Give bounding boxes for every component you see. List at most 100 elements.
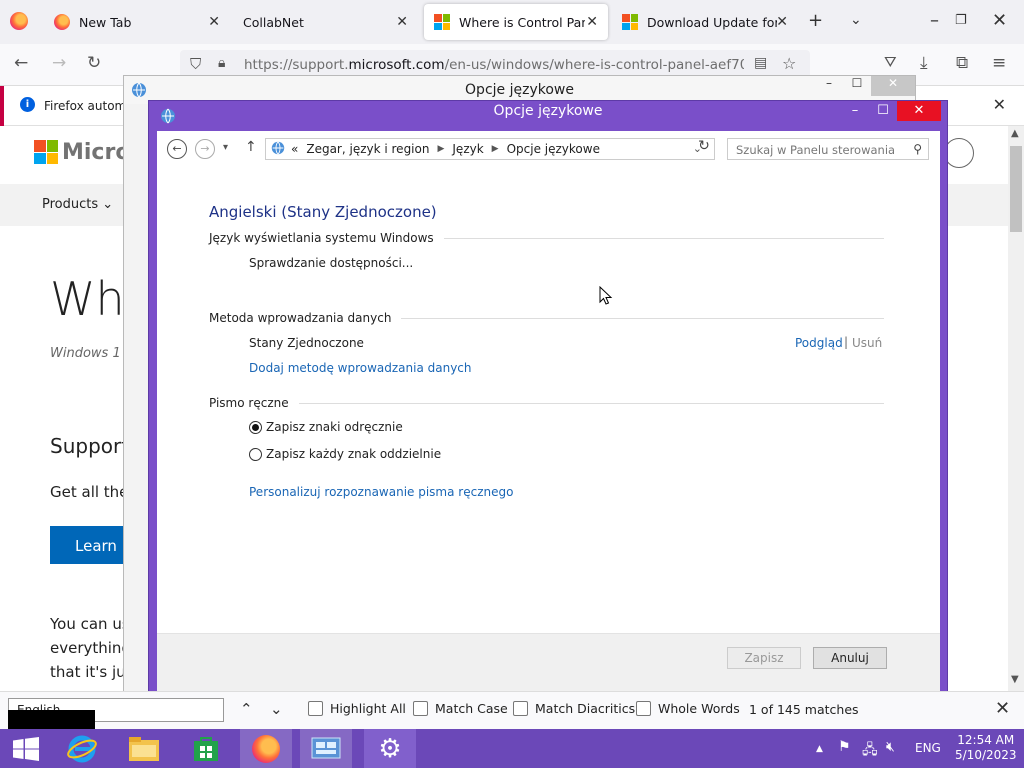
close-icon[interactable]: ✕ (897, 101, 941, 121)
save-button[interactable]: Zapisz (727, 647, 801, 669)
list-tabs-chevron-icon[interactable]: ⌄ (850, 12, 862, 28)
menu-icon[interactable]: ≡ (992, 53, 1006, 73)
pocket-icon[interactable]: ⛛ (884, 53, 897, 71)
control-panel-taskbar-item[interactable] (300, 729, 352, 768)
chevron-right-icon[interactable]: ▶ (492, 144, 499, 154)
checkbox[interactable] (636, 701, 651, 716)
control-panel-search-input[interactable]: Szukaj w Panelu sterowania ⚲ (727, 138, 929, 160)
match-diacritics-checkbox[interactable]: Match Diacritics (513, 701, 635, 716)
new-tab-plus-icon[interactable]: + (808, 10, 823, 31)
settings-taskbar-item[interactable]: ⚙ (364, 729, 416, 768)
close-icon[interactable]: ✕ (396, 14, 408, 30)
support-text: Get all the (50, 483, 129, 501)
close-window-icon[interactable]: ✕ (992, 10, 1007, 31)
search-placeholder: Szukaj w Panelu sterowania (736, 143, 896, 157)
highlight-all-checkbox[interactable]: Highlight All (308, 701, 406, 716)
find-bar: English ⌃ ⌄ Highlight All Match Case Mat… (0, 691, 1024, 729)
mouse-cursor-icon (599, 286, 613, 305)
close-icon[interactable]: ✕ (586, 14, 598, 30)
checkbox[interactable] (413, 701, 428, 716)
checkbox[interactable] (513, 701, 528, 716)
find-previous-icon[interactable]: ⌃ (240, 700, 253, 718)
system-clock[interactable]: 12:54 AM 5/10/2023 (955, 733, 1017, 763)
start-button[interactable] (0, 729, 52, 768)
match-case-checkbox[interactable]: Match Case (413, 701, 508, 716)
up-arrow-icon[interactable]: ↑ (245, 139, 257, 155)
volume-muted-icon[interactable]: 🔇︎ (886, 739, 895, 755)
recent-locations-chevron-icon[interactable]: ▾ (223, 142, 228, 153)
store-taskbar-item[interactable] (180, 729, 232, 768)
tab-download-update[interactable]: Download Update for Wi ✕ (612, 4, 798, 40)
section-heading: Język wyświetlania systemu Windows (209, 231, 434, 245)
chevron-right-icon[interactable]: ▶ (437, 144, 444, 154)
body-paragraph: You can us everything that it's ju (50, 615, 131, 681)
language-options-dialog: Opcje językowe – ☐ ✕ ← → ▾ ↑ « Zegar, ję… (148, 100, 948, 699)
tab-collabnet[interactable]: CollabNet ✕ (232, 4, 418, 40)
preview-link[interactable]: Podgląd (795, 336, 843, 350)
scrollbar-thumb[interactable] (1010, 146, 1022, 232)
refresh-icon[interactable]: ↻ (693, 138, 715, 160)
internet-explorer-icon (67, 735, 97, 762)
tab-where-is-control-panel[interactable]: Where is Control Panel? ✕ (424, 4, 608, 40)
close-icon[interactable]: ✕ (776, 14, 788, 30)
radio-button[interactable] (249, 447, 262, 461)
account-avatar-icon[interactable] (944, 138, 974, 168)
breadcrumb-item-language-options[interactable]: Opcje językowe (507, 142, 600, 156)
forward-arrow-icon[interactable]: → (52, 53, 66, 73)
action-center-flag-icon[interactable]: ⚑ (838, 739, 851, 755)
breadcrumb[interactable]: « Zegar, język i region ▶ Język ▶ Opcje … (265, 138, 715, 160)
back-arrow-icon[interactable]: ← (167, 139, 187, 159)
close-icon[interactable]: ✕ (871, 76, 915, 96)
minimize-icon[interactable]: – (815, 76, 843, 96)
find-next-icon[interactable]: ⌄ (270, 700, 283, 718)
radio-write-each-separately[interactable]: Zapisz każdy znak oddzielnie (249, 447, 441, 461)
windows-logo-icon (13, 736, 39, 761)
restore-icon[interactable]: ❐ (955, 13, 967, 28)
download-icon[interactable]: ⤓ (920, 53, 928, 73)
page-scrollbar[interactable]: ▲ ▼ (1008, 126, 1024, 691)
close-icon[interactable]: ✕ (993, 95, 1006, 114)
minimize-icon[interactable]: – (930, 10, 939, 31)
breadcrumb-item-language[interactable]: Język (452, 142, 483, 156)
radio-write-freehand[interactable]: Zapisz znaki odręcznie (249, 420, 403, 434)
close-icon[interactable]: ✕ (208, 14, 220, 30)
reload-icon[interactable]: ↻ (87, 53, 101, 73)
maximize-icon[interactable]: ☐ (843, 76, 871, 96)
breadcrumb-item-clock-language-region[interactable]: Zegar, język i region (306, 142, 429, 156)
back-arrow-icon[interactable]: ← (14, 53, 28, 73)
extensions-icon[interactable]: ⧉ (956, 53, 968, 73)
firefox-menu-icon[interactable] (10, 12, 28, 30)
tab-new-tab[interactable]: New Tab ✕ (44, 4, 230, 40)
checkbox[interactable] (308, 701, 323, 716)
breadcrumb-overflow[interactable]: « (291, 142, 298, 156)
scroll-down-icon[interactable]: ▼ (1011, 674, 1019, 685)
section-heading: Metoda wprowadzania danych (209, 311, 392, 325)
minimize-icon[interactable]: – (841, 101, 869, 121)
whole-words-checkbox[interactable]: Whole Words (636, 701, 740, 716)
file-explorer-taskbar-item[interactable] (118, 729, 170, 768)
scroll-up-icon[interactable]: ▲ (1011, 128, 1019, 139)
checkbox-label: Match Diacritics (535, 701, 636, 716)
forward-arrow-icon[interactable]: → (195, 139, 215, 159)
firefox-icon (54, 14, 70, 30)
products-menu[interactable]: Products ⌄ (42, 197, 113, 212)
reader-view-icon[interactable]: ▤ (754, 55, 767, 71)
search-icon[interactable]: ⚲ (913, 142, 922, 156)
maximize-icon[interactable]: ☐ (869, 101, 897, 121)
firefox-taskbar-item[interactable] (240, 729, 292, 768)
input-language-indicator[interactable]: ENG (915, 741, 941, 755)
internet-explorer-taskbar-item[interactable] (56, 729, 108, 768)
network-icon[interactable]: 🖧︎ (862, 739, 878, 763)
shield-icon[interactable]: ⛉ (190, 55, 201, 73)
remove-link[interactable]: Usuń (852, 336, 882, 350)
microsoft-logo-icon[interactable] (34, 140, 58, 164)
add-input-method-link[interactable]: Dodaj metodę wprowadzania danych (249, 361, 472, 375)
bookmark-star-icon[interactable]: ☆ (782, 54, 796, 73)
show-hidden-icons-chevron-icon[interactable]: ▲ (816, 744, 823, 754)
cancel-button[interactable]: Anuluj (813, 647, 887, 669)
lock-icon[interactable]: 🔒︎ (218, 55, 225, 71)
address-bar: ← → ▾ ↑ « Zegar, język i region ▶ Język … (157, 131, 940, 169)
personalize-handwriting-link[interactable]: Personalizuj rozpoznawanie pisma ręczneg… (249, 485, 513, 499)
close-icon[interactable]: ✕ (995, 698, 1010, 719)
radio-button-selected[interactable] (249, 420, 262, 434)
